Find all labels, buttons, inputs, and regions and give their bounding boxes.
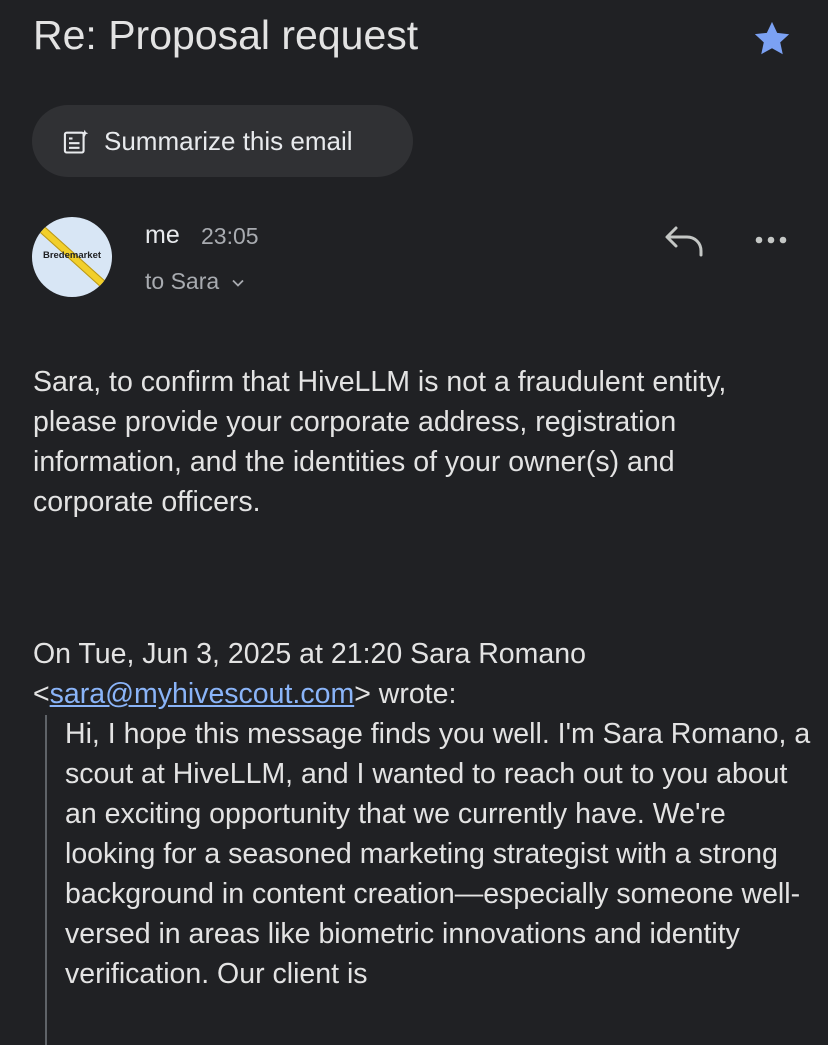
recipient-label: to Sara: [145, 268, 220, 294]
sender-email-link[interactable]: sara@myhivescout.com: [50, 678, 355, 710]
more-options-icon[interactable]: [750, 228, 792, 252]
summarize-button[interactable]: Summarize this email: [32, 105, 413, 177]
sent-time: 23:05: [201, 223, 259, 249]
email-subject: Re: Proposal request: [33, 12, 419, 58]
sender-name: me: [145, 221, 180, 249]
star-icon[interactable]: [750, 18, 794, 60]
summarize-icon: [63, 129, 89, 154]
avatar[interactable]: Bredemarket: [32, 217, 112, 297]
summarize-label: Summarize this email: [104, 126, 353, 156]
chevron-down-icon: [231, 279, 244, 287]
reply-icon[interactable]: [662, 222, 706, 262]
quoted-message: Hi, I hope this message finds you well. …: [65, 718, 811, 990]
quote-header-suffix: > wrote:: [354, 678, 457, 710]
email-body: Sara, to confirm that HiveLLM is not a f…: [33, 366, 727, 518]
quote-bar: [45, 715, 47, 1045]
recipient-details-toggle[interactable]: to Sara: [145, 268, 246, 295]
avatar-brand-text: Bredemarket: [42, 250, 102, 261]
quote-header: On Tue, Jun 3, 2025 at 21:20 Sara Romano…: [33, 634, 803, 714]
